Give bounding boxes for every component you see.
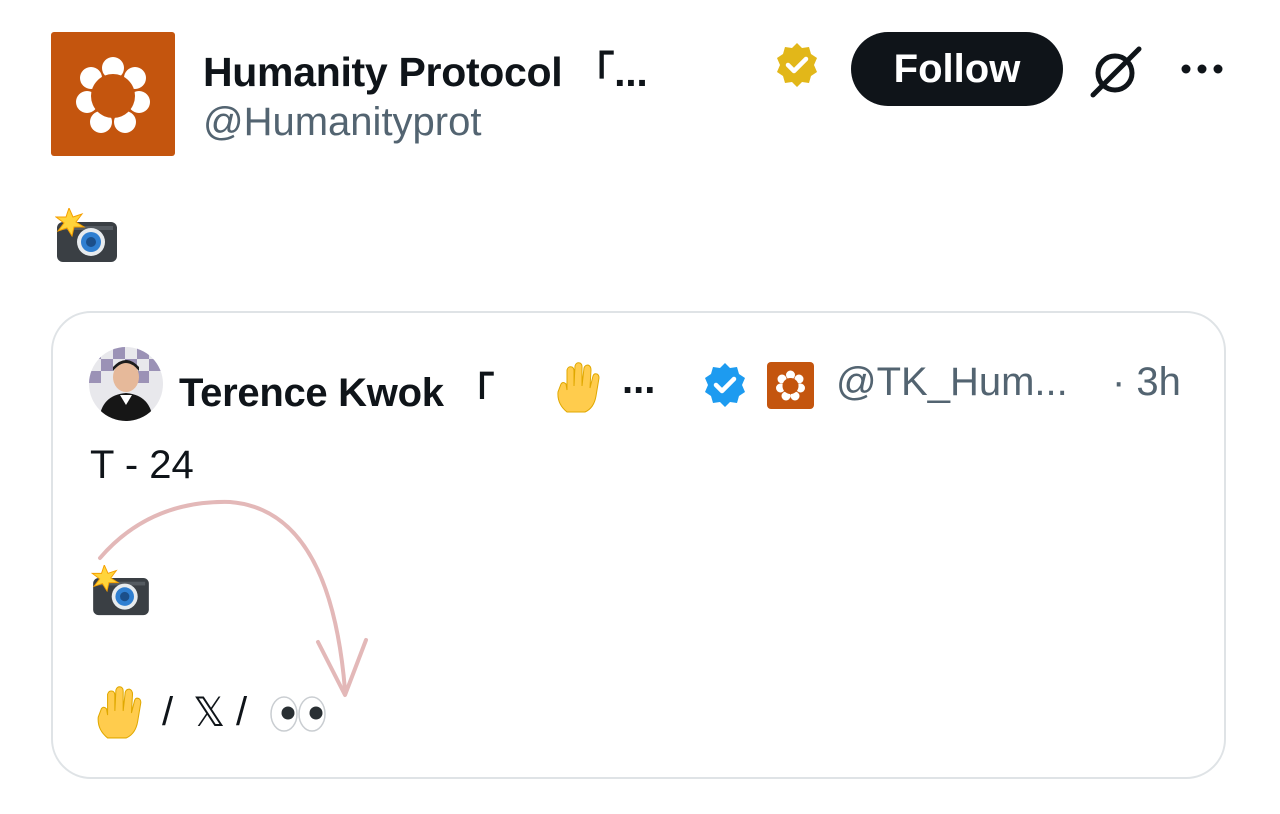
- quoted-author-avatar[interactable]: [89, 347, 163, 421]
- quoted-timestamp[interactable]: · 3h: [1112, 360, 1181, 405]
- eyes-emoji-icon: [268, 694, 328, 734]
- gold-verified-badge-icon[interactable]: [772, 40, 822, 90]
- x-symbol: 𝕏: [193, 690, 226, 736]
- affiliation-badge[interactable]: [767, 362, 814, 409]
- name-ellipsis: ...: [622, 358, 656, 402]
- humanity-protocol-logo-icon: [776, 370, 805, 401]
- humanity-protocol-avatar[interactable]: [51, 32, 175, 156]
- more-icon[interactable]: [1178, 52, 1226, 86]
- author-name[interactable]: Humanity Protocol 「...: [203, 38, 648, 98]
- author-handle[interactable]: @Humanityprot: [203, 100, 481, 145]
- quoted-author-handle[interactable]: @TK_Hum...: [836, 360, 1068, 405]
- separator-slash: /: [162, 690, 174, 734]
- grok-icon[interactable]: [1087, 43, 1145, 101]
- camera-flash-emoji-icon: [54, 206, 119, 264]
- quoted-author-name[interactable]: Terence Kwok 「: [179, 360, 494, 418]
- quoted-tweet-text: T - 24: [90, 443, 194, 487]
- raised-hand-emoji-icon: [553, 362, 603, 414]
- camera-flash-emoji-icon: [90, 563, 151, 617]
- raised-hand-emoji-icon: [93, 686, 145, 740]
- blue-verified-badge-icon[interactable]: [700, 360, 750, 410]
- separator-slash: /: [236, 690, 248, 734]
- humanity-protocol-logo-icon: [76, 57, 150, 133]
- follow-button[interactable]: Follow: [851, 32, 1063, 106]
